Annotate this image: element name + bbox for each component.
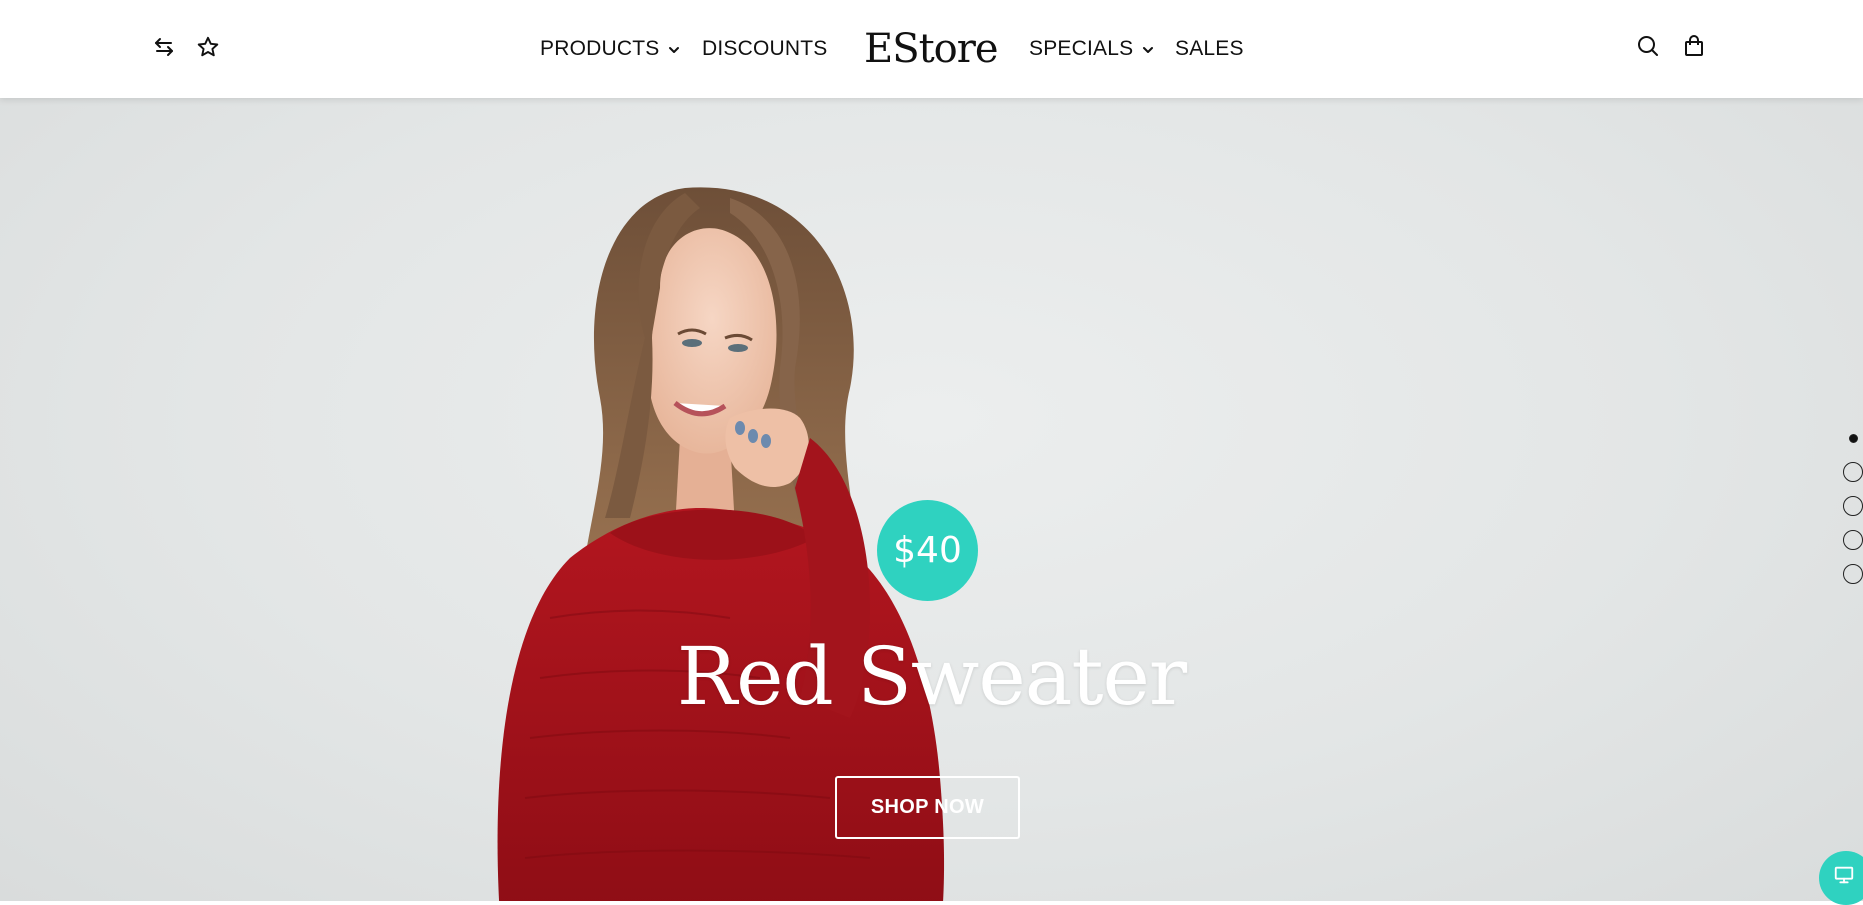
nav-specials[interactable]: SPECIALS xyxy=(1029,37,1175,61)
search-button[interactable] xyxy=(1634,32,1662,60)
nav-sales-label: SALES xyxy=(1175,37,1244,60)
site-header: PRODUCTS DISCOUNTS EStore SPECIALS SALES xyxy=(0,0,1863,98)
slide-dot-2[interactable] xyxy=(1843,462,1863,482)
hero-title: Red Sweater xyxy=(676,630,1187,723)
shop-now-button[interactable]: SHOP NOW xyxy=(835,776,1020,839)
nav-specials-label: SPECIALS xyxy=(1029,37,1134,60)
price-badge: $40 xyxy=(877,500,978,601)
nav-discounts-label: DISCOUNTS xyxy=(702,37,828,60)
nav-discounts[interactable]: DISCOUNTS xyxy=(702,37,864,61)
nav-products[interactable]: PRODUCTS xyxy=(540,37,702,61)
chevron-down-icon xyxy=(1143,46,1154,53)
wishlist-button[interactable] xyxy=(194,33,222,61)
slider-pagination xyxy=(1843,428,1863,584)
main-nav: PRODUCTS DISCOUNTS EStore SPECIALS SALES xyxy=(540,0,1244,98)
site-logo[interactable]: EStore xyxy=(864,26,1029,72)
slide-dot-5[interactable] xyxy=(1843,564,1863,584)
slide-dot-3[interactable] xyxy=(1843,496,1863,516)
nav-sales[interactable]: SALES xyxy=(1175,37,1244,61)
hero-slider: $40 Red Sweater SHOP NOW xyxy=(0,98,1863,901)
cart-button[interactable] xyxy=(1680,32,1708,60)
search-icon xyxy=(1638,36,1658,56)
compare-button[interactable] xyxy=(150,33,178,61)
monitor-icon xyxy=(1834,866,1854,884)
compare-arrows-icon xyxy=(155,38,173,56)
shopping-bag-icon xyxy=(1685,35,1703,56)
nav-products-label: PRODUCTS xyxy=(540,37,660,60)
slide-dot-4[interactable] xyxy=(1843,530,1863,550)
star-icon xyxy=(197,36,219,57)
slide-dot-1[interactable] xyxy=(1843,428,1863,448)
header-right-actions xyxy=(1634,32,1708,60)
model-photo xyxy=(497,187,945,901)
header-left-actions xyxy=(150,33,222,61)
chevron-down-icon xyxy=(669,46,680,53)
